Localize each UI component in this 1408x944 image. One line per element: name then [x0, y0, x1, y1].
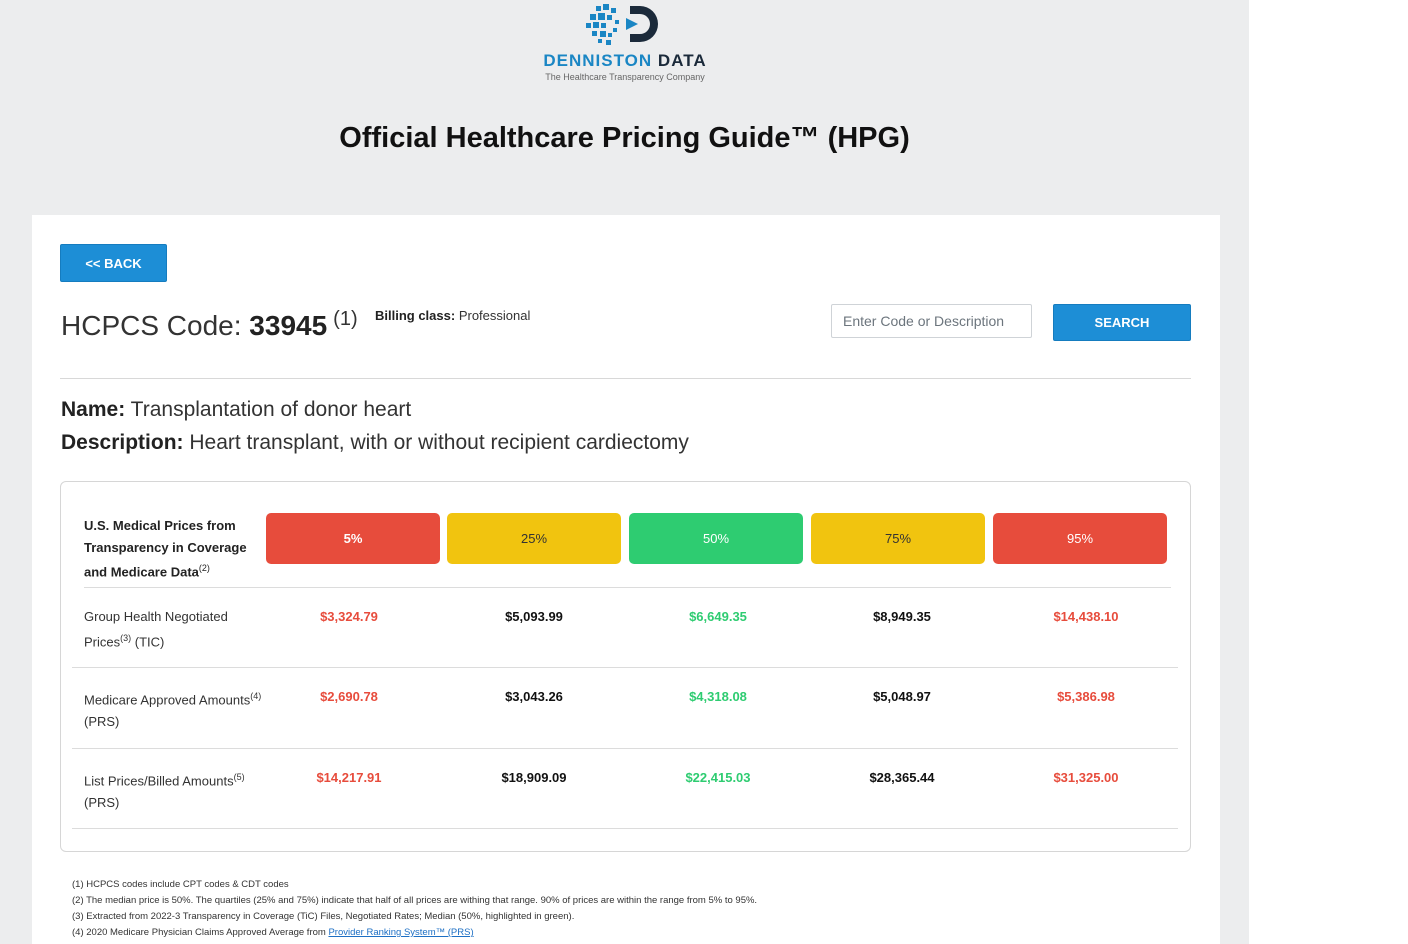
main-card: << BACK HCPCS Code: 33945 (1) Billing cla…: [32, 215, 1220, 944]
percentile-5-header: 5%: [266, 513, 440, 564]
percentile-25-header: 25%: [447, 513, 621, 564]
provider-ranking-system-link[interactable]: Provider Ranking System™ (PRS): [328, 927, 473, 938]
price-table: U.S. Medical Prices from Transparency in…: [60, 481, 1191, 852]
billing-value: Professional: [458, 308, 531, 323]
table-cell: $3,043.26: [505, 689, 563, 704]
logo-wordmark: DENNISTON DATA: [543, 51, 707, 70]
search-button[interactable]: SEARCH: [1053, 304, 1191, 341]
footnote-2: (2) The median price is 50%. The quartil…: [72, 895, 758, 906]
billing-label: Billing class:: [375, 308, 456, 323]
row-label-negotiated: Group Health Negotiated Prices(3) (TIC): [84, 609, 228, 649]
description-value: Heart transplant, with or without recipi…: [189, 431, 689, 454]
table-cell: $3,324.79: [320, 609, 378, 624]
code-prefix: HCPCS Code:: [61, 310, 242, 341]
footnotes: (1) HCPCS codes include CPT codes & CDT …: [72, 877, 757, 941]
table-cell: $28,365.44: [869, 770, 935, 785]
table-cell: $14,438.10: [1053, 609, 1119, 624]
footnote-3: (3) Extracted from 2022-3 Transparency i…: [72, 911, 575, 922]
table-cell: $31,325.00: [1053, 770, 1119, 785]
percentile-95-header: 95%: [993, 513, 1167, 564]
name-value: Transplantation of donor heart: [130, 398, 412, 421]
denniston-data-logo[interactable]: DENNISTON DATA The Healthcare Transparen…: [500, 2, 750, 84]
footnote-1: (1) HCPCS codes include CPT codes & CDT …: [72, 879, 289, 890]
table-cell: $6,649.35: [689, 609, 747, 624]
table-cell: $14,217.91: [316, 770, 382, 785]
logo-tagline: The Healthcare Transparency Company: [545, 72, 705, 82]
table-cell: $4,318.08: [689, 689, 747, 704]
hcpcs-code-heading: HCPCS Code: 33945 (1): [61, 308, 358, 342]
table-cell: $8,949.35: [873, 609, 931, 624]
row-divider: [72, 828, 1178, 829]
table-cell: $18,909.09: [501, 770, 567, 785]
code-footnote-ref: (1): [333, 308, 358, 330]
description-label: Description:: [61, 431, 184, 454]
search-input[interactable]: [831, 304, 1032, 338]
row-divider: [72, 748, 1178, 749]
procedure-name: Name: Transplantation of donor heart: [61, 398, 411, 422]
page-title: Official Healthcare Pricing Guide™ (HPG): [339, 122, 910, 154]
code-value: 33945: [249, 310, 328, 341]
procedure-description: Description: Heart transplant, with or w…: [61, 431, 689, 455]
row-label-list-prices: List Prices/Billed Amounts(5) (PRS): [84, 772, 245, 810]
row-divider: [84, 587, 1171, 588]
percentile-75-header: 75%: [811, 513, 985, 564]
billing-class: Billing class: Professional: [375, 308, 530, 323]
footnote-4: (4) 2020 Medicare Physician Claims Appro…: [72, 927, 474, 938]
table-cell: $5,048.97: [873, 689, 931, 704]
percentile-50-header: 50%: [629, 513, 803, 564]
back-button[interactable]: << BACK: [60, 244, 167, 282]
table-header-label: U.S. Medical Prices from Transparency in…: [84, 518, 247, 580]
name-label: Name:: [61, 398, 126, 421]
divider: [60, 378, 1191, 379]
table-cell: $22,415.03: [685, 770, 751, 785]
table-cell: $2,690.78: [320, 689, 378, 704]
table-cell: $5,386.98: [1057, 689, 1115, 704]
logo-mark-icon: [586, 4, 658, 45]
table-cell: $5,093.99: [505, 609, 563, 624]
row-label-medicare: Medicare Approved Amounts(4) (PRS): [84, 691, 262, 729]
row-divider: [72, 667, 1178, 668]
